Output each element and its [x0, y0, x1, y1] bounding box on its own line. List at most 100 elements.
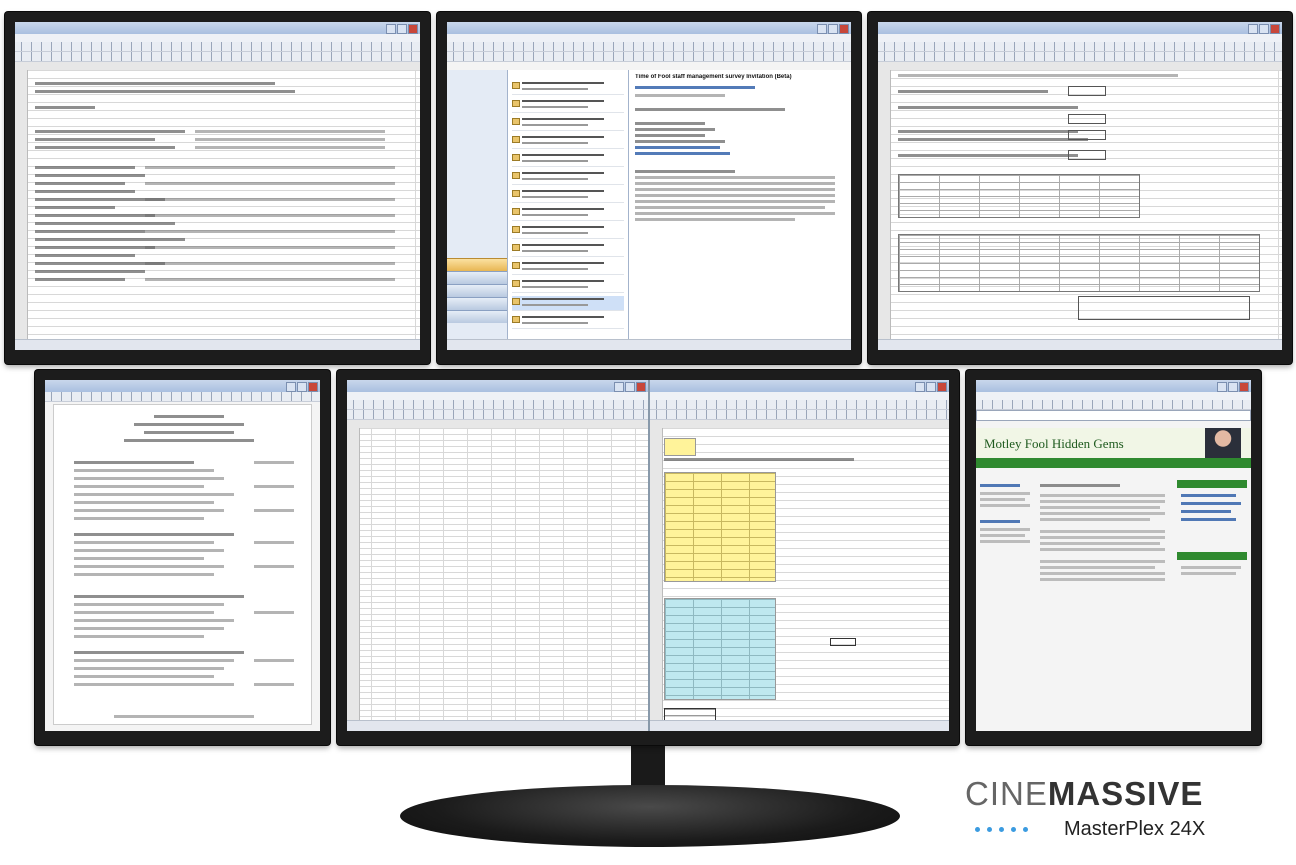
data-table[interactable] — [898, 174, 1140, 218]
article-column — [1040, 480, 1170, 719]
screen-spreadsheet-top-left — [15, 22, 420, 350]
highlighted-range-cyan[interactable] — [664, 598, 776, 700]
navigation-toolbar[interactable] — [976, 400, 1251, 410]
menu-bar[interactable] — [447, 34, 851, 42]
status-bar — [650, 720, 949, 731]
close-icon[interactable] — [1239, 382, 1249, 392]
menu-bar[interactable] — [976, 392, 1251, 400]
nav-notes-button[interactable] — [447, 310, 507, 323]
menu-bar[interactable] — [15, 34, 420, 42]
screen-web-browser: Motley Fool Hidden Gems — [976, 380, 1251, 731]
spreadsheet-window-right — [650, 380, 949, 731]
envelope-icon — [512, 118, 520, 125]
row-headers — [15, 70, 28, 340]
window-titlebar — [650, 380, 949, 392]
list-item[interactable] — [512, 170, 624, 185]
highlighted-range-yellow[interactable] — [664, 438, 696, 456]
close-icon[interactable] — [308, 382, 318, 392]
envelope-icon — [512, 226, 520, 233]
envelope-icon — [512, 316, 520, 323]
spreadsheet-window-left — [347, 380, 650, 731]
list-item[interactable] — [512, 80, 624, 95]
site-banner: Motley Fool Hidden Gems — [976, 428, 1251, 460]
monitor-bottom-left — [35, 370, 330, 745]
close-icon[interactable] — [937, 382, 947, 392]
worksheet-grid[interactable] — [878, 70, 1282, 340]
list-item[interactable] — [512, 260, 624, 275]
toolbar[interactable] — [650, 400, 949, 410]
envelope-icon — [512, 136, 520, 143]
brand-wordmark: CINEMASSIVE — [965, 775, 1204, 812]
window-titlebar — [447, 22, 851, 34]
close-icon[interactable] — [636, 382, 646, 392]
mail-folder-pane[interactable] — [447, 70, 508, 340]
list-item[interactable] — [512, 242, 624, 257]
nav-tasks-button[interactable] — [447, 297, 507, 310]
message-subject: Time of Fool staff management survey Inv… — [635, 74, 792, 80]
screen-spreadsheet-top-right — [878, 22, 1282, 350]
menu-bar[interactable] — [347, 392, 648, 400]
close-icon[interactable] — [839, 24, 849, 34]
toolbar[interactable] — [447, 42, 851, 52]
envelope-icon — [512, 262, 520, 269]
nav-calendar-button[interactable] — [447, 271, 507, 284]
left-column — [980, 480, 1036, 719]
window-titlebar — [15, 22, 420, 34]
formatting-toolbar[interactable] — [347, 410, 648, 420]
worksheet-grid[interactable] — [347, 428, 648, 721]
list-item[interactable] — [512, 116, 624, 131]
nav-contacts-button[interactable] — [447, 284, 507, 297]
list-item[interactable] — [512, 278, 624, 293]
data-table[interactable] — [898, 234, 1260, 292]
list-item[interactable] — [512, 134, 624, 149]
address-bar[interactable] — [976, 410, 1251, 421]
toolbar[interactable] — [15, 42, 420, 52]
list-item[interactable] — [512, 224, 624, 239]
row-headers — [347, 428, 360, 721]
status-bar — [447, 339, 851, 350]
window-titlebar — [878, 22, 1282, 34]
monitor-bottom-center — [337, 370, 959, 745]
toolbar[interactable] — [45, 392, 320, 402]
worksheet-grid[interactable] — [15, 70, 420, 340]
row-headers — [650, 428, 663, 721]
formatting-toolbar[interactable] — [878, 52, 1282, 62]
envelope-icon — [512, 172, 520, 179]
right-sidebar — [1177, 480, 1247, 719]
envelope-icon — [512, 190, 520, 197]
toolbar[interactable] — [878, 42, 1282, 52]
search-toolbar[interactable] — [447, 52, 851, 62]
list-item-selected[interactable] — [512, 296, 624, 311]
close-icon[interactable] — [1270, 24, 1280, 34]
list-item[interactable] — [512, 98, 624, 113]
monitor-stand-base — [400, 785, 900, 847]
formatting-toolbar[interactable] — [15, 52, 420, 62]
close-icon[interactable] — [408, 24, 418, 34]
menu-bar[interactable] — [650, 392, 949, 400]
list-item[interactable] — [512, 206, 624, 221]
status-bar — [878, 339, 1282, 350]
envelope-icon — [512, 82, 520, 89]
envelope-icon — [512, 154, 520, 161]
status-bar — [15, 339, 420, 350]
window-titlebar — [976, 380, 1251, 392]
highlighted-range-yellow[interactable] — [664, 472, 776, 582]
row-headers — [878, 70, 891, 340]
menu-bar[interactable] — [878, 34, 1282, 42]
worksheet-grid[interactable] — [650, 428, 949, 731]
site-title: Motley Fool Hidden Gems — [984, 436, 1124, 451]
site-nav-tabs[interactable] — [976, 460, 1251, 468]
portrait-photo — [1205, 428, 1241, 458]
nav-mail-button[interactable] — [447, 258, 507, 271]
monitor-top-right — [868, 12, 1292, 364]
toolbar[interactable] — [347, 400, 648, 410]
formatting-toolbar[interactable] — [650, 410, 949, 420]
brand-dots-icon — [975, 827, 1028, 832]
list-item[interactable] — [512, 188, 624, 203]
window-titlebar — [45, 380, 320, 392]
message-list[interactable] — [508, 70, 629, 340]
list-item[interactable] — [512, 314, 624, 329]
envelope-icon — [512, 280, 520, 287]
list-item[interactable] — [512, 152, 624, 167]
monitor-bottom-right: Motley Fool Hidden Gems — [966, 370, 1261, 745]
